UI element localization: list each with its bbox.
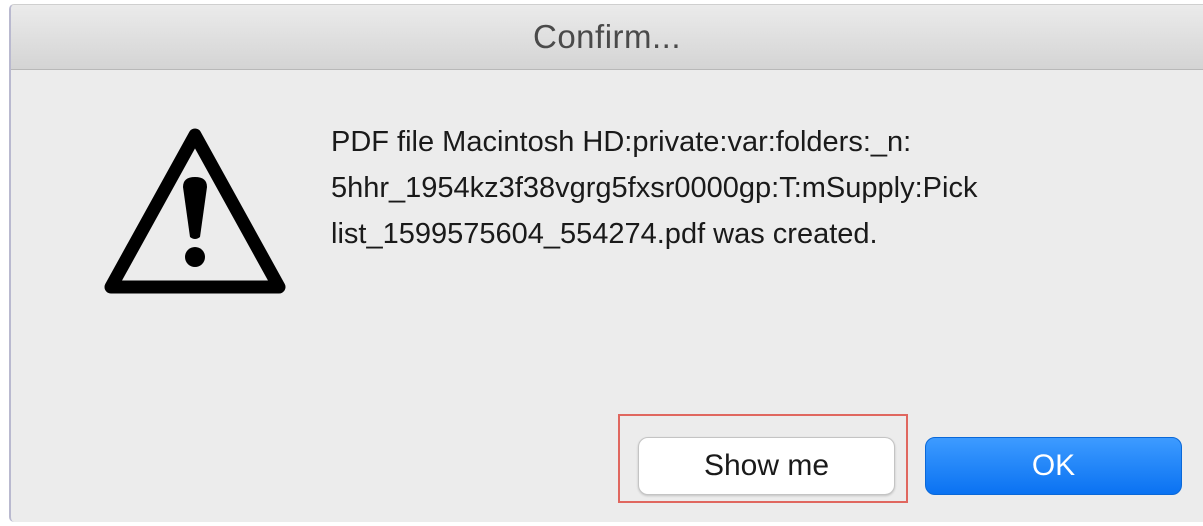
dialog-titlebar[interactable]: Confirm... [11, 5, 1203, 70]
dialog-title: Confirm... [532, 18, 682, 55]
ok-button[interactable]: OK [925, 437, 1182, 495]
warning-triangle-icon [104, 128, 286, 294]
message-line: 5hhr_1954kz3f38vgrg5fxsr0000gp:T:mSupply… [331, 172, 978, 204]
show-me-button[interactable]: Show me [638, 437, 895, 495]
dialog-message: PDF file Macintosh HD:private:var:folder… [331, 119, 1111, 257]
message-line: list_1599575604_554274.pdf was created. [331, 218, 878, 250]
confirm-dialog: Confirm... PDF file Macintosh HD:private… [9, 4, 1203, 522]
message-line: PDF file Macintosh HD:private:var:folder… [331, 126, 912, 158]
